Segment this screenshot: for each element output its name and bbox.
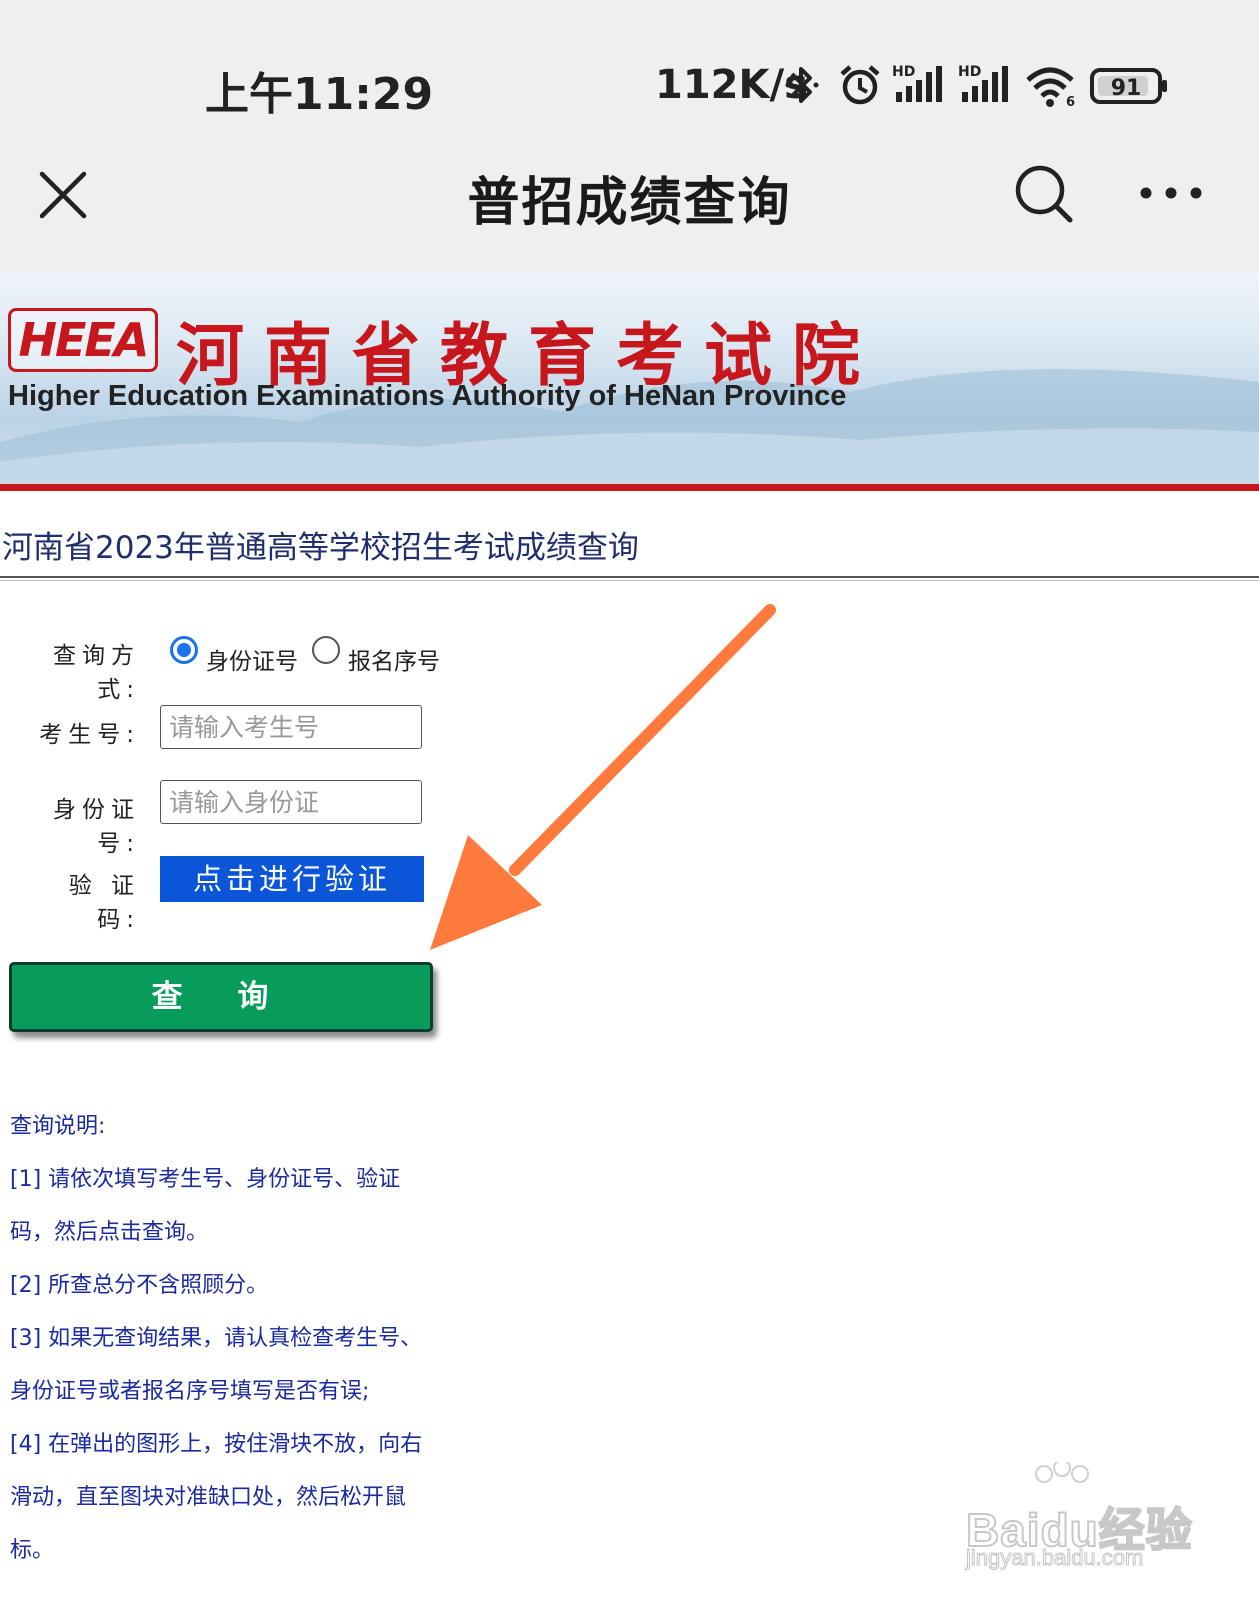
captcha-label: 验 证 码:: [68, 873, 140, 933]
instruction-line: [1] 请依次填写考生号、身份证号、验证: [10, 1167, 401, 1192]
cellular-signal-1-icon: HD: [892, 64, 942, 102]
instruction-line: 滑动，直至图块对准缺口处，然后松开鼠: [10, 1485, 407, 1510]
more-icon[interactable]: [1136, 178, 1206, 208]
exam-number-label: 考生号:: [39, 722, 140, 748]
alarm-icon: [840, 65, 880, 105]
battery-level: 91: [1111, 76, 1142, 101]
id-number-input[interactable]: [160, 780, 422, 824]
instruction-line: 码，然后点击查询。: [10, 1220, 209, 1245]
banner-subtitle: Higher Education Examinations Authority …: [8, 380, 847, 412]
signal-tag-2: HD: [958, 64, 981, 80]
captcha-verify-button[interactable]: 点击进行验证: [160, 856, 424, 902]
battery-icon: 91: [1090, 68, 1167, 104]
banner-divider: [0, 484, 1259, 491]
instruction-line: [3] 如果无查询结果，请认真检查考生号、: [10, 1326, 423, 1351]
signal-tag-1: HD: [892, 64, 915, 80]
watermark-url: jingyan.baidu.com: [965, 1545, 1144, 1571]
radio-id-number[interactable]: [170, 636, 198, 664]
radio-registration-number[interactable]: [312, 636, 340, 664]
instruction-line: 标。: [10, 1538, 55, 1563]
query-method-label: 查询方式:: [53, 643, 140, 703]
site-banner: HEEA 河南省教育考试院 Higher Education Examinati…: [0, 272, 1259, 484]
nav-bar: 普招成绩查询: [0, 130, 1259, 272]
instructions-title: 查询说明:: [10, 1114, 106, 1139]
query-button[interactable]: 查 询: [9, 962, 433, 1032]
cellular-signal-2-icon: HD: [958, 64, 1008, 102]
instruction-line: 身份证号或者报名序号填写是否有误;: [10, 1379, 370, 1404]
id-number-label: 身份证号:: [53, 797, 140, 857]
heea-logo: HEEA: [8, 308, 158, 372]
status-time: 上午11:29: [205, 69, 434, 120]
annotation-arrow: [430, 604, 776, 950]
wifi-icon: 6: [1026, 67, 1075, 108]
instruction-line: [4] 在弹出的图形上，按住滑块不放，向右: [10, 1432, 423, 1457]
query-heading: 河南省2023年普通高等学校招生考试成绩查询: [2, 530, 639, 566]
exam-number-input[interactable]: [160, 705, 422, 749]
instruction-line: [2] 所查总分不含照顾分。: [10, 1273, 269, 1298]
heading-divider: [0, 576, 1259, 578]
bluetooth-icon: [785, 67, 819, 103]
status-bar: 上午11:29 112K/s HD HD 6 91: [0, 0, 1259, 130]
search-icon[interactable]: [1012, 162, 1076, 226]
wifi-tag: 6: [1066, 95, 1075, 108]
heading-divider-light: [0, 580, 1259, 581]
query-instructions: 查询说明: [1] 请依次填写考生号、身份证号、验证 码，然后点击查询。 [2]…: [10, 1110, 440, 1587]
radio-id-number-label[interactable]: 身份证号: [206, 642, 298, 676]
